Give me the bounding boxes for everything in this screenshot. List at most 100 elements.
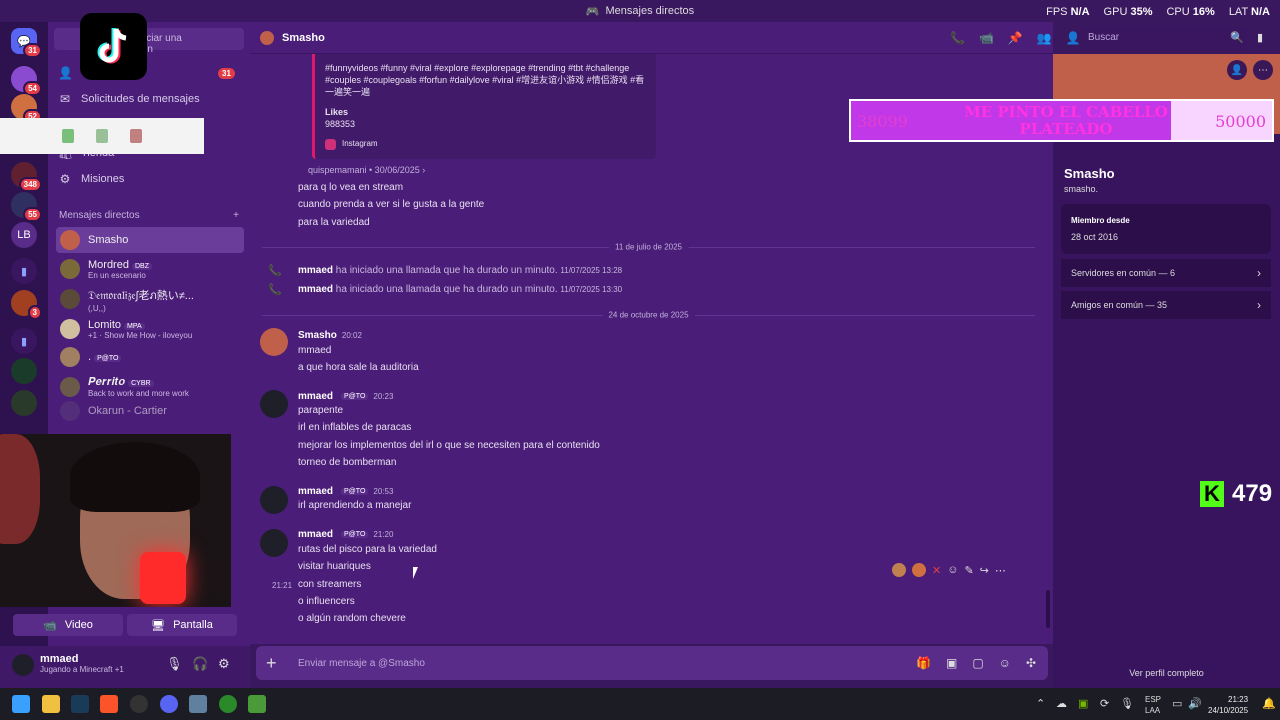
add-friend-icon[interactable]: 👤 bbox=[1227, 60, 1247, 80]
microphone-icon[interactable]: 🎙 bbox=[166, 656, 183, 672]
dm-item[interactable]: Lomito MPA +1 · Show Me How - iloveyou bbox=[56, 316, 244, 342]
emoji-icon[interactable]: ☺ bbox=[999, 656, 1011, 670]
chevron-up-icon[interactable]: ⌃ bbox=[1036, 697, 1045, 710]
plant-icon bbox=[62, 129, 74, 143]
mutual-friends-row[interactable]: Amigos en común — 35 › bbox=[1061, 291, 1271, 319]
mail-icon: ✉ bbox=[59, 92, 71, 106]
headphones-icon[interactable]: 🎧 bbox=[192, 656, 208, 672]
message-input[interactable]: Enviar mensaje a @Smasho bbox=[298, 658, 425, 669]
calculator-icon[interactable] bbox=[189, 695, 207, 713]
voice-call-icon[interactable]: 📞 bbox=[950, 31, 965, 45]
minecraft-icon[interactable] bbox=[248, 695, 266, 713]
add-friend-icon[interactable]: 👥 bbox=[1037, 31, 1052, 45]
search-input[interactable]: Buscar bbox=[1081, 27, 1247, 49]
dm-item[interactable]: 𝔇𝔢𝔪𝔬𝔯𝔞𝔩𝔦𝔷𝔢∫老ภ熱い≠... (,U,,) bbox=[56, 286, 244, 313]
folder-icon[interactable]: ▮ bbox=[11, 258, 37, 284]
avatar bbox=[60, 289, 80, 309]
friends-item[interactable]: 👤 31 bbox=[58, 66, 235, 80]
avatar[interactable] bbox=[260, 328, 288, 356]
avatar bbox=[260, 30, 274, 45]
forward-icon[interactable]: ↪ bbox=[980, 564, 989, 577]
more-icon[interactable]: ⋯ bbox=[995, 564, 1006, 577]
inbox-icon[interactable]: ▮ bbox=[1257, 31, 1263, 44]
missions-item[interactable]: ⚙ Misiones bbox=[58, 172, 125, 186]
server-icon[interactable] bbox=[11, 390, 37, 416]
call-event: 📞 mmaed ha iniciado una llamada que ha d… bbox=[268, 284, 623, 296]
language-indicator[interactable]: ESP LAA bbox=[1145, 694, 1161, 716]
edit-icon[interactable]: ✎ bbox=[964, 564, 973, 577]
sync-icon[interactable]: ⟳ bbox=[1100, 697, 1109, 710]
server-icon[interactable]: 3 bbox=[11, 290, 42, 320]
profile-toggle-icon[interactable]: 👤 bbox=[1066, 31, 1081, 45]
pin-icon[interactable]: 📌 bbox=[1008, 31, 1023, 45]
settings-gear-icon[interactable]: ⚙ bbox=[218, 656, 230, 672]
chevron-right-icon: › bbox=[1257, 298, 1261, 312]
apps-icon[interactable]: ✣ bbox=[1026, 656, 1036, 670]
kick-viewer-count: K 479 bbox=[1200, 480, 1272, 508]
server-icon[interactable]: 55 bbox=[11, 192, 42, 222]
video-call-icon[interactable]: 📹 bbox=[979, 31, 994, 45]
app-icon[interactable] bbox=[130, 695, 148, 713]
nvidia-icon[interactable]: ▣ bbox=[1078, 697, 1088, 710]
discord-icon[interactable] bbox=[160, 695, 178, 713]
tiktok-logo bbox=[80, 13, 147, 80]
xbox-icon[interactable] bbox=[219, 695, 237, 713]
clock[interactable]: 21:23 24/10/2025 bbox=[1208, 694, 1248, 716]
cloud-icon[interactable]: ☁ bbox=[1056, 697, 1067, 710]
avatar[interactable] bbox=[12, 654, 34, 676]
close-icon[interactable]: ✕ bbox=[932, 564, 941, 577]
server-lb[interactable]: LB bbox=[11, 222, 37, 248]
mouse-cursor bbox=[413, 567, 423, 579]
volume-icon[interactable]: 🔊 bbox=[1188, 697, 1202, 710]
avatar[interactable] bbox=[260, 390, 288, 418]
composer-tools: 🎁 ▣ ▢ ☺ ✣ bbox=[916, 656, 1036, 670]
gift-icon[interactable]: 🎁 bbox=[916, 656, 931, 670]
chat-header: Smasho 📞 📹 📌 👥 👤 bbox=[250, 22, 1081, 54]
server-icon[interactable] bbox=[11, 358, 37, 384]
steam-icon[interactable] bbox=[71, 695, 89, 713]
donation-goal-bar: 38099 ME PINTO EL CABELLO PLATEADO 50000 bbox=[849, 99, 1274, 142]
reaction-icon[interactable] bbox=[912, 563, 926, 577]
emoji-icon[interactable]: ☺ bbox=[947, 564, 958, 576]
date-divider: 11 de julio de 2025 bbox=[262, 242, 1035, 252]
plant-icon bbox=[130, 129, 142, 143]
mini-overlay bbox=[0, 118, 204, 154]
dm-item[interactable]: . P@TO bbox=[56, 344, 244, 370]
screen-share-button[interactable]: 🖥 Pantalla bbox=[127, 614, 237, 636]
avatar[interactable] bbox=[260, 486, 288, 514]
fps-stat: FPS N/A bbox=[1046, 6, 1090, 18]
header-actions: 📞 📹 📌 👥 👤 bbox=[950, 31, 1081, 45]
home-button[interactable]: 💬 31 bbox=[11, 28, 42, 58]
add-dm-button[interactable]: + bbox=[233, 210, 239, 221]
folder-icon[interactable]: ▮ bbox=[11, 328, 37, 354]
discord-icon: 🎮 bbox=[585, 5, 600, 18]
brave-icon[interactable] bbox=[100, 695, 118, 713]
scrollbar[interactable] bbox=[1046, 590, 1050, 628]
performance-overlay: FPS N/A GPU 35% CPU 16% LAT N/A bbox=[1046, 6, 1270, 18]
attach-plus-icon[interactable]: + bbox=[266, 653, 294, 674]
sticker-icon[interactable]: ▢ bbox=[972, 656, 983, 670]
gif-icon[interactable]: ▣ bbox=[946, 656, 957, 670]
dm-item[interactable]: 𝑷𝒆𝒓𝒓𝒊𝒕𝒐 CYBR Back to work and more work bbox=[56, 374, 244, 400]
server-icon[interactable]: 348 bbox=[11, 162, 42, 192]
start-icon[interactable] bbox=[12, 695, 30, 713]
avatar[interactable] bbox=[260, 529, 288, 557]
network-icon[interactable]: ▭ bbox=[1172, 697, 1182, 710]
message-requests-item[interactable]: ✉ Solicitudes de mensajes bbox=[58, 92, 200, 106]
video-button[interactable]: 📹 Video bbox=[13, 614, 123, 636]
instagram-embed[interactable]: #funnyvideos #funny #viral #explore #exp… bbox=[312, 54, 656, 159]
more-icon[interactable]: ⋯ bbox=[1253, 60, 1273, 80]
mutual-servers-row[interactable]: Servidores en común — 6 › bbox=[1061, 259, 1271, 287]
message-header: mmaed P@TO 21:20 bbox=[298, 529, 394, 540]
embed-meta[interactable]: quispemamani • 30/06/2025 › bbox=[308, 165, 425, 175]
explorer-icon[interactable] bbox=[42, 695, 60, 713]
dm-item[interactable]: Smasho bbox=[56, 227, 244, 253]
server-icon[interactable]: 54 bbox=[11, 66, 42, 96]
reaction-icon[interactable] bbox=[892, 563, 906, 577]
dm-item[interactable]: Okarun - Cartier bbox=[56, 398, 244, 424]
mic-icon[interactable]: 🎙 bbox=[1120, 697, 1134, 710]
server-icon[interactable]: 52 bbox=[11, 94, 42, 124]
notifications-icon[interactable]: 🔔 bbox=[1262, 697, 1276, 710]
dm-item[interactable]: Mordred DBZ En un escenario bbox=[56, 256, 244, 282]
view-full-profile-link[interactable]: Ver perfil completo bbox=[1053, 668, 1280, 678]
